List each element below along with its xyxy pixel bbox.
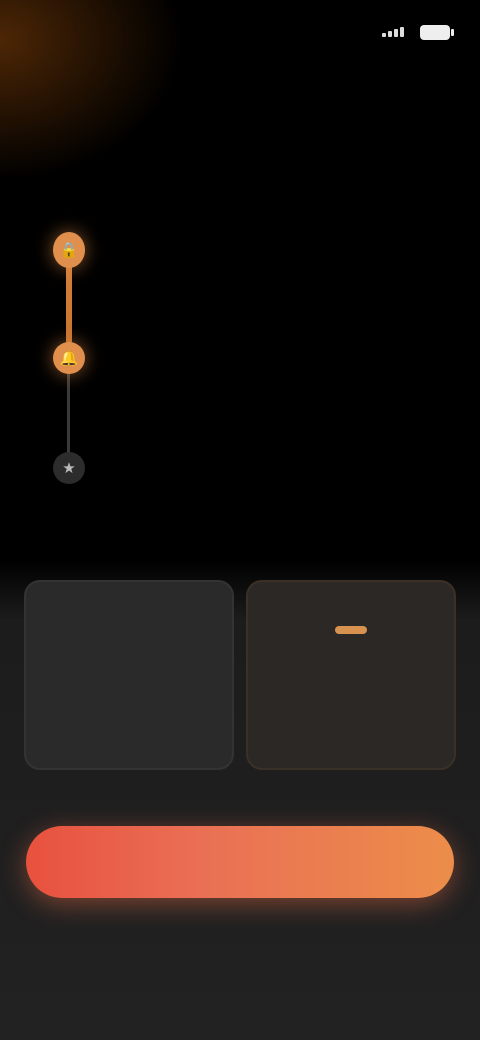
- battery-icon: [420, 24, 454, 40]
- timeline-step-1-text: [114, 226, 434, 232]
- status-right: [382, 24, 454, 40]
- bell-icon: 🔔: [53, 342, 85, 374]
- status-bar: [0, 0, 480, 64]
- plan-selector: [24, 580, 456, 780]
- timeline-step-2-text: [114, 338, 434, 344]
- signal-icon: [382, 27, 412, 37]
- plan-card-2[interactable]: [246, 580, 456, 770]
- timeline-step-3-text: [114, 448, 434, 454]
- lock-icon: 🔒: [53, 232, 85, 268]
- plan-card-1[interactable]: [24, 580, 234, 770]
- start-trial-button[interactable]: [26, 826, 454, 898]
- trial-timeline: 🔒 🔔 ★: [40, 226, 440, 526]
- star-icon: ★: [53, 452, 85, 484]
- paywall-screen: 🔒 🔔 ★: [0, 0, 480, 1040]
- plan-badge: [335, 626, 367, 634]
- timeline-idle-line: [67, 364, 70, 456]
